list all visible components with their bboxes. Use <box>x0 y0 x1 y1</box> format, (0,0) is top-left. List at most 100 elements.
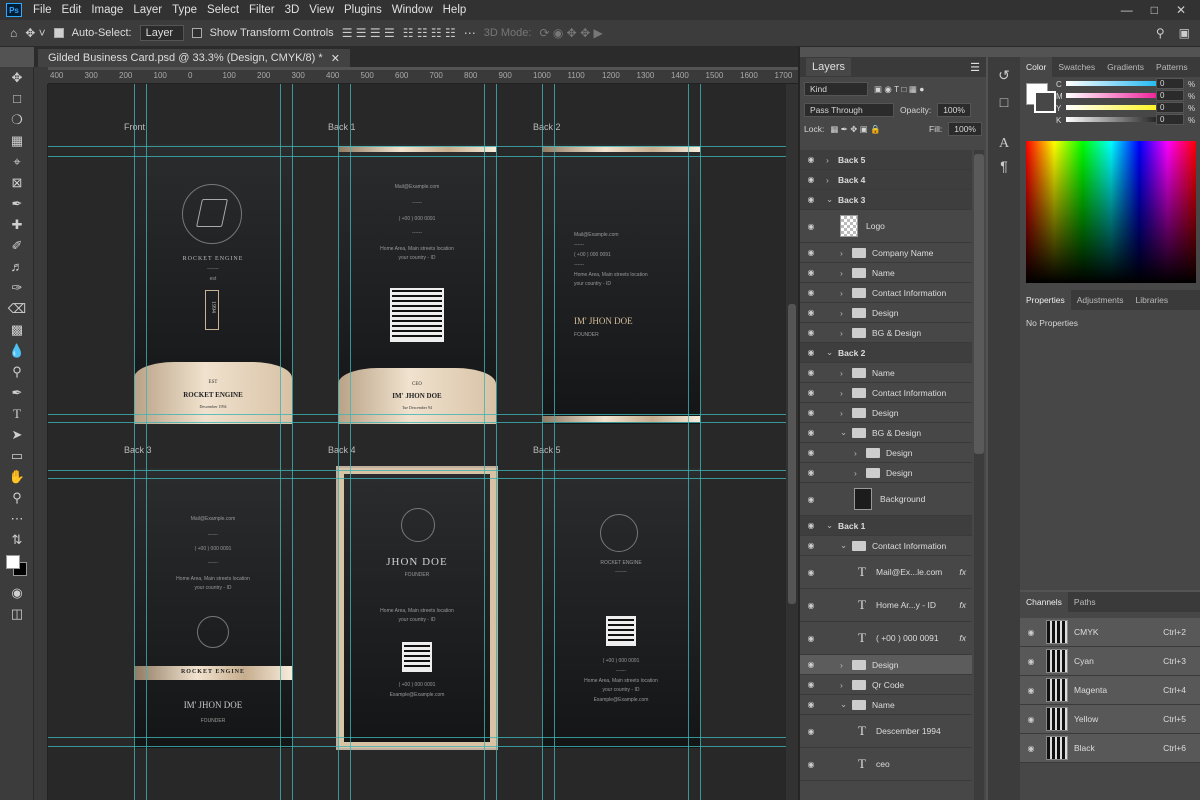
menu-layer[interactable]: Layer <box>128 4 167 16</box>
guide-line[interactable] <box>134 84 135 800</box>
visibility-eye-icon[interactable]: ◉ <box>1020 628 1042 637</box>
expand-chevron-icon[interactable]: › <box>840 368 852 378</box>
3d-tools-icon[interactable]: ⟳ ◉ ✥ ✥ ▶ <box>539 26 602 40</box>
history-brush-icon[interactable]: ✑ <box>0 277 34 298</box>
tab-patterns[interactable]: Patterns <box>1150 62 1194 72</box>
expand-chevron-icon[interactable]: › <box>840 408 852 418</box>
channel-row[interactable]: ◉ Black Ctrl+6 <box>1020 734 1200 763</box>
channel-row[interactable]: ◉ CMYK Ctrl+2 <box>1020 618 1200 647</box>
layer-row[interactable]: ◉ ⌄ Back 2 <box>800 343 972 363</box>
expand-chevron-icon[interactable]: › <box>826 175 838 185</box>
brush-tool-icon[interactable]: ✐ <box>0 235 34 256</box>
expand-chevron-icon[interactable]: › <box>840 288 852 298</box>
expand-chevron-icon[interactable]: › <box>840 680 852 690</box>
edit-toolbar-icon[interactable]: ⋯ <box>0 508 34 529</box>
card-back2[interactable]: Mail@Example.com ------ ( +00 ) 000 0091… <box>542 144 700 424</box>
fill-input[interactable]: 100% <box>948 122 982 136</box>
guide-line[interactable] <box>48 422 798 423</box>
menu-type[interactable]: Type <box>167 4 202 16</box>
menu-3d[interactable]: 3D <box>280 4 305 16</box>
history-icon[interactable]: ↺ <box>988 67 1020 84</box>
guide-line[interactable] <box>338 84 339 800</box>
rectangle-tool-icon[interactable]: ▭ <box>0 445 34 466</box>
expand-chevron-icon[interactable]: › <box>854 468 866 478</box>
ruler-origin[interactable] <box>34 67 48 84</box>
move-tool-icon[interactable]: ✥ ˅ <box>25 26 45 40</box>
tab-color[interactable]: Color <box>1020 57 1053 77</box>
layer-row[interactable]: ◉ ⌄ Contact Information <box>800 536 972 556</box>
tab-channels[interactable]: Channels <box>1020 592 1068 612</box>
layer-row[interactable]: ◉ › Contact Information <box>800 383 972 403</box>
layer-row[interactable]: ◉ › Design <box>800 443 972 463</box>
marquee-tool-icon[interactable]: □ <box>0 88 34 109</box>
card-back4[interactable]: JHON DOE FOUNDER Home Area, Main streets… <box>336 466 498 750</box>
foreground-background-swatch[interactable] <box>0 550 34 582</box>
visibility-eye-icon[interactable]: ◉ <box>800 308 822 317</box>
channel-row[interactable]: ◉ Cyan Ctrl+3 <box>1020 647 1200 676</box>
layer-row[interactable]: ◉ › Name <box>800 263 972 283</box>
panel-menu-icon[interactable]: ☰ <box>964 58 986 77</box>
home-icon[interactable]: ⌂ <box>10 26 17 40</box>
expand-chevron-icon[interactable]: ⌄ <box>826 347 838 358</box>
expand-chevron-icon[interactable]: ⌄ <box>840 699 852 710</box>
artboard-label-back1[interactable]: Back 1 <box>328 122 356 132</box>
expand-chevron-icon[interactable]: ⌄ <box>826 194 838 205</box>
menu-select[interactable]: Select <box>202 4 244 16</box>
visibility-eye-icon[interactable]: ◉ <box>1020 686 1042 695</box>
artboard-label-back3[interactable]: Back 3 <box>124 445 152 455</box>
eraser-tool-icon[interactable]: ⌫ <box>0 298 34 319</box>
horizontal-ruler[interactable]: 400 300 200 100 0 100 200 300 400 500 600 700 800 900… <box>48 70 798 84</box>
workspace-icon[interactable]: ▣ <box>1179 26 1190 40</box>
visibility-eye-icon[interactable]: ◉ <box>800 388 822 397</box>
dodge-tool-icon[interactable]: ⚲ <box>0 361 34 382</box>
layer-row[interactable]: ◉ › BG & Design <box>800 323 972 343</box>
visibility-eye-icon[interactable]: ◉ <box>800 248 822 257</box>
menu-view[interactable]: View <box>304 4 339 16</box>
tab-adjustments[interactable]: Adjustments <box>1071 295 1130 305</box>
align-buttons-icon[interactable]: ☰ ☰ ☰ ☰ <box>342 26 395 40</box>
guide-line[interactable] <box>688 84 689 800</box>
layers-scrollbar[interactable] <box>974 150 984 800</box>
auto-select-dropdown[interactable]: Layer <box>139 25 184 41</box>
expand-chevron-icon[interactable]: › <box>840 660 852 670</box>
document-canvas[interactable]: Front Back 1 Back 2 Back 3 Back 4 Back 5… <box>48 84 798 800</box>
visibility-eye-icon[interactable]: ◉ <box>800 368 822 377</box>
color-spectrum[interactable] <box>1026 141 1196 283</box>
lock-icons[interactable]: ▦ ✒ ✥ ▣ 🔒 <box>830 124 880 135</box>
document-tab[interactable]: Gilded Business Card.psd @ 33.3% (Design… <box>38 49 350 67</box>
close-icon[interactable]: ✕ <box>1176 3 1186 17</box>
visibility-eye-icon[interactable]: ◉ <box>1020 657 1042 666</box>
expand-chevron-icon[interactable]: › <box>840 268 852 278</box>
menu-help[interactable]: Help <box>438 4 472 16</box>
menu-window[interactable]: Window <box>387 4 438 16</box>
guide-line[interactable] <box>48 737 798 738</box>
visibility-eye-icon[interactable]: ◉ <box>800 222 822 231</box>
guide-line[interactable] <box>48 414 798 415</box>
layer-row[interactable]: ◉ ⌄ Back 3 <box>800 190 972 210</box>
layer-row[interactable]: ◉ › Design <box>800 655 972 675</box>
expand-chevron-icon[interactable]: › <box>840 308 852 318</box>
visibility-eye-icon[interactable]: ◉ <box>800 408 822 417</box>
visibility-eye-icon[interactable]: ◉ <box>800 348 822 357</box>
visibility-eye-icon[interactable]: ◉ <box>800 760 822 769</box>
canvas-scrollbar[interactable] <box>786 84 798 800</box>
filter-kind-dropdown[interactable]: Kind <box>804 82 868 96</box>
visibility-eye-icon[interactable]: ◉ <box>1020 715 1042 724</box>
hand-tool-icon[interactable]: ✋ <box>0 466 34 487</box>
filter-icons[interactable]: ▣ ◉ T □ ▦ ● <box>874 84 924 95</box>
menu-filter[interactable]: Filter <box>244 4 280 16</box>
layer-row[interactable]: ◉ › Back 4 <box>800 170 972 190</box>
guide-line[interactable] <box>48 146 798 147</box>
layer-row[interactable]: ◉ › Qr Code <box>800 675 972 695</box>
layer-row[interactable]: ◉ ⌄ BG & Design <box>800 423 972 443</box>
card-back5[interactable]: ROCKET ENGINE ------- ( +00 ) 000 0091 -… <box>542 468 700 748</box>
visibility-eye-icon[interactable]: ◉ <box>800 521 822 530</box>
visibility-eye-icon[interactable]: ◉ <box>800 568 822 577</box>
stamp-tool-icon[interactable]: ♬ <box>0 256 34 277</box>
layer-row[interactable]: ◉ T Mail@Ex...le.com fx <box>800 556 972 589</box>
tab-layers[interactable]: Layers <box>806 58 852 76</box>
menu-edit[interactable]: Edit <box>57 4 87 16</box>
search-icon[interactable]: ⚲ <box>1156 26 1165 40</box>
more-options-icon[interactable]: ⋯ <box>464 26 476 40</box>
move-tool-icon[interactable]: ✥ <box>0 67 34 88</box>
